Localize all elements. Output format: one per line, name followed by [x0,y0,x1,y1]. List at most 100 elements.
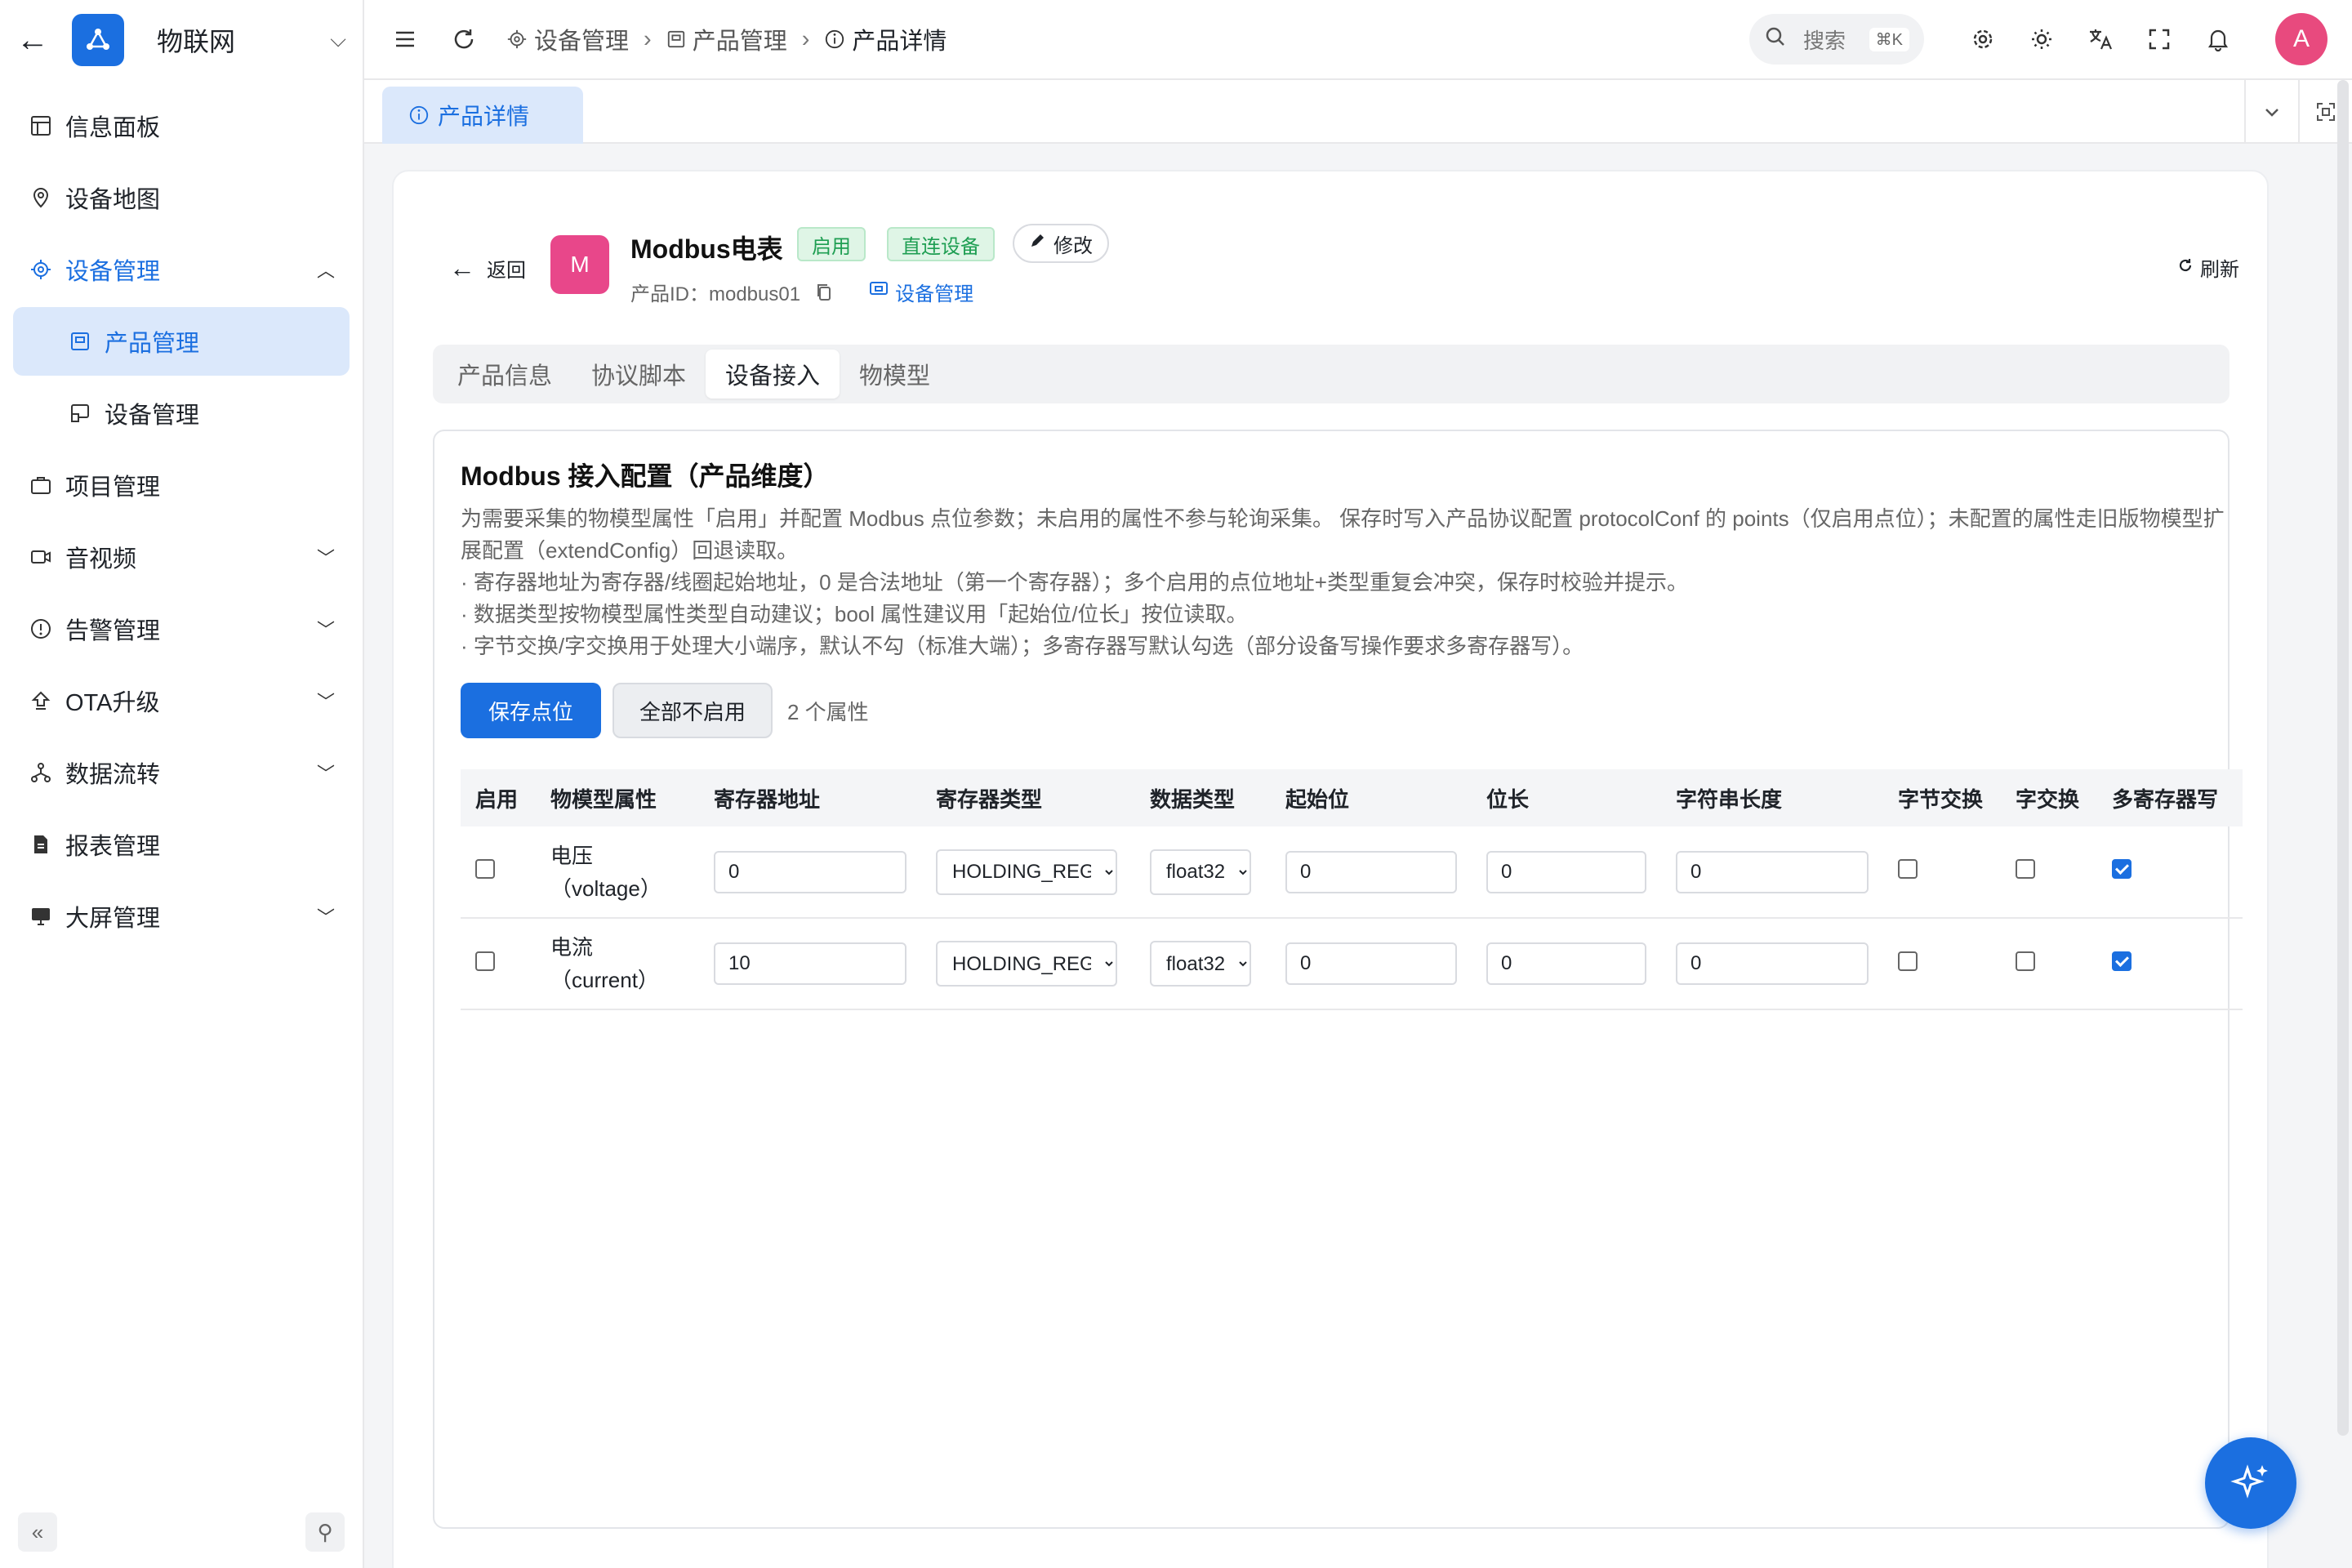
copy-icon[interactable] [815,283,833,302]
chevron-right-icon: › [801,25,810,52]
device-management-link[interactable]: 设备管理 [869,278,973,306]
product-avatar: M [550,235,609,294]
sidebar-item-alerts[interactable]: 告警管理 ﹀ [13,595,350,663]
breadcrumb-current: 产品详情 [852,29,947,55]
description-line: · 寄存器地址为寄存器/线圈起始地址，0 是合法地址（第一个寄存器）；多个启用的… [461,570,1688,595]
device-gear-icon [506,29,528,50]
bit-length-input[interactable] [1486,850,1646,893]
subtab-product-info[interactable]: 产品信息 [438,350,572,399]
sidebar-item-label: 报表管理 [65,834,161,860]
upload-icon [28,688,54,714]
column-header: 字节交换 [1883,769,2001,826]
panel-actions: 保存点位 全部不启用 2 个属性 [461,683,869,738]
subtab-protocol-script[interactable]: 协议脚本 [572,350,706,399]
sidebar-item-label: 信息面板 [65,115,161,141]
byte-swap-checkbox[interactable] [1898,951,1918,971]
topbar-actions: 搜索 ⌘K A [1749,13,2328,65]
breadcrumb-item[interactable]: 设备管理 [534,22,629,56]
register-type-select[interactable]: HOLDING_REGISTER [936,941,1117,987]
attribute-cell: 电压 （voltage） [536,826,699,919]
start-bit-input[interactable] [1285,850,1457,893]
attribute-key: （voltage） [550,875,662,901]
ai-assistant-button[interactable] [2205,1437,2296,1529]
subtab-device-access[interactable]: 设备接入 [706,350,840,399]
disable-all-button[interactable]: 全部不启用 [612,683,773,738]
pin-icon[interactable]: ⚲ [305,1512,345,1552]
sidebar-item-device-map[interactable]: 设备地图 [13,163,350,232]
theme-sun-icon[interactable] [2025,23,2058,56]
product-id: 产品ID：modbus01 设备管理 [630,278,973,306]
chevron-down-icon[interactable]: ⌵ [330,27,346,53]
data-type-select[interactable]: float32 [1150,849,1251,895]
multi-register-write-checkbox[interactable] [2112,859,2132,879]
back-arrow-icon[interactable]: ← [16,22,49,59]
app-name: 物联网 [157,27,236,56]
fullscreen-icon[interactable] [2143,23,2176,56]
collapse-sidebar-icon[interactable]: « [18,1512,57,1552]
refresh-button[interactable]: 刷新 [2177,253,2239,282]
word-swap-checkbox[interactable] [2016,859,2035,879]
dashboard-icon [28,113,54,139]
enable-checkbox[interactable] [475,951,495,971]
subtab-thing-model[interactable]: 物模型 [840,350,950,399]
description-line: 展配置（extendConfig）回退读取。 [461,538,799,563]
topbar: 设备管理 › 产品管理 › 产品详情 搜索 ⌘K A [364,0,2352,80]
sidebar-item-reports[interactable]: 报表管理 [13,810,350,879]
sidebar-item-product-management[interactable]: 产品管理 [13,307,350,376]
video-icon [28,544,54,570]
page-scrollbar[interactable] [2337,80,2349,1436]
sidebar-item-video[interactable]: 音视频 ﹀ [13,523,350,591]
reload-icon[interactable] [448,23,480,56]
product-icon [67,328,93,354]
bit-length-input[interactable] [1486,942,1646,985]
attribute-name: 电流 [550,935,594,960]
column-header: 字交换 [2001,769,2097,826]
description-line: 为需要采集的物模型属性「启用」并配置 Modbus 点位参数；未启用的属性不参与… [461,506,2225,531]
breadcrumb-item[interactable]: 产品管理 [693,22,787,56]
chevron-right-icon: › [644,25,652,52]
start-bit-input[interactable] [1285,942,1457,985]
sidebar-item-dashboard[interactable]: 信息面板 [13,91,350,160]
multi-register-write-checkbox[interactable] [2112,951,2132,971]
back-button[interactable]: ← 返回 [449,253,526,283]
word-swap-checkbox[interactable] [2016,951,2035,971]
string-length-input[interactable] [1676,942,1869,985]
search-box[interactable]: 搜索 ⌘K [1749,14,1924,65]
refresh-label: 刷新 [2200,259,2239,281]
sidebar-item-project[interactable]: 项目管理 [13,451,350,519]
sidebar-item-label: 设备管理 [65,259,161,285]
product-detail-card: ← 返回 M Modbus电表 启用 直连设备 修改 产品ID：modbus01… [392,170,2269,1568]
register-type-select[interactable]: HOLDING_REGISTER [936,849,1117,895]
search-icon [1764,25,1787,54]
settings-gear-icon[interactable] [1967,23,1999,56]
translate-icon[interactable] [2084,23,2117,56]
register-address-input[interactable] [714,850,906,893]
panel-description: 为需要采集的物模型属性「启用」并配置 Modbus 点位参数；未启用的属性不参与… [461,503,2233,662]
chevron-down-icon[interactable] [2244,80,2298,144]
sidebar-item-device-list[interactable]: 设备管理 [13,379,350,448]
sidebar-item-big-screen[interactable]: 大屏管理 ﹀ [13,882,350,951]
sidebar-item-data-flow[interactable]: 数据流转 ﹀ [13,738,350,807]
search-shortcut: ⌘K [1869,27,1909,51]
edit-button[interactable]: 修改 [1013,224,1109,263]
column-header: 位长 [1472,769,1661,826]
menu-toggle-icon[interactable] [389,23,421,56]
string-length-input[interactable] [1676,850,1869,893]
sidebar-header: ← 物联网 ⌵ [0,0,363,80]
app-logo [72,14,124,66]
table-row: 电压 （voltage） HOLDING_REGISTER float32 [461,826,2243,919]
register-address-input[interactable] [714,942,906,985]
bell-icon[interactable] [2202,23,2234,56]
byte-swap-checkbox[interactable] [1898,859,1918,879]
column-header: 多寄存器写 [2097,769,2243,826]
product-name: Modbus电表 [630,234,783,264]
enable-checkbox[interactable] [475,859,495,879]
sidebar-item-device-management[interactable]: 设备管理 ︿ [13,235,350,304]
data-type-select[interactable]: float32 [1150,941,1251,987]
sidebar-item-ota[interactable]: OTA升级 ﹀ [13,666,350,735]
avatar[interactable]: A [2275,13,2328,65]
tab-product-detail[interactable]: 产品详情 [382,87,583,144]
column-header: 起始位 [1271,769,1472,826]
save-points-button[interactable]: 保存点位 [461,683,601,738]
status-badge-direct-device: 直连设备 [887,227,995,261]
